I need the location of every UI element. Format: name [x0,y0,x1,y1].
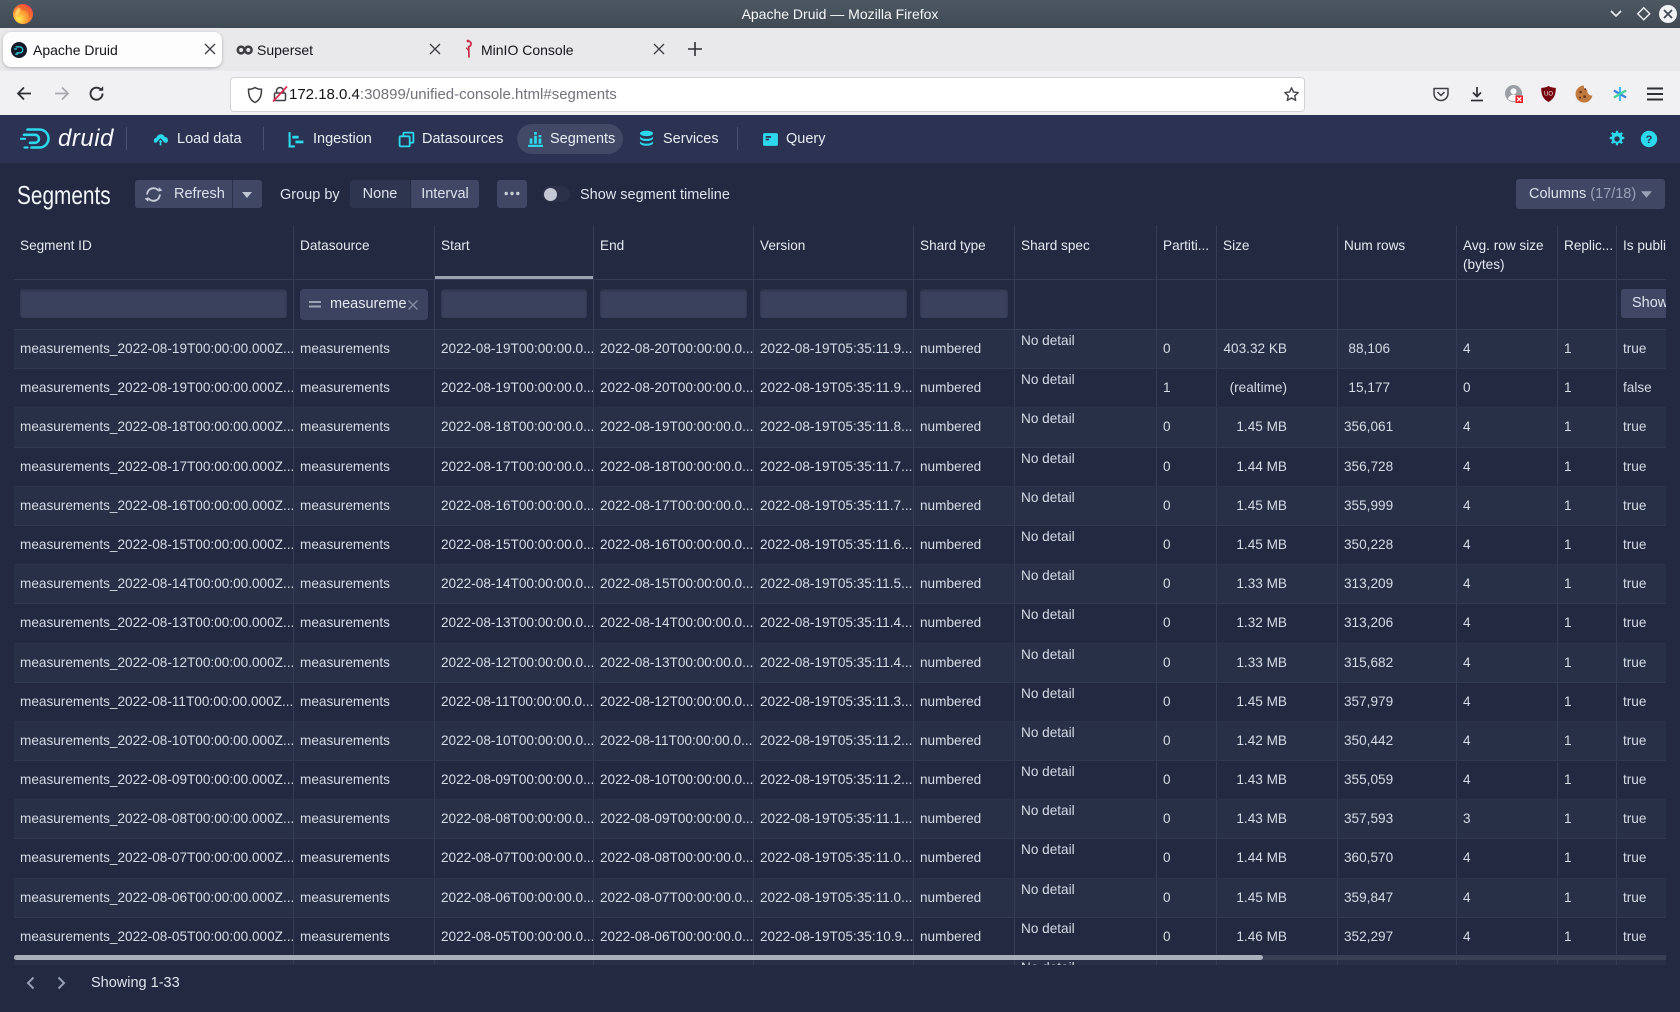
svg-text:UO: UO [1544,92,1553,98]
svg-text:?: ? [1646,134,1653,146]
